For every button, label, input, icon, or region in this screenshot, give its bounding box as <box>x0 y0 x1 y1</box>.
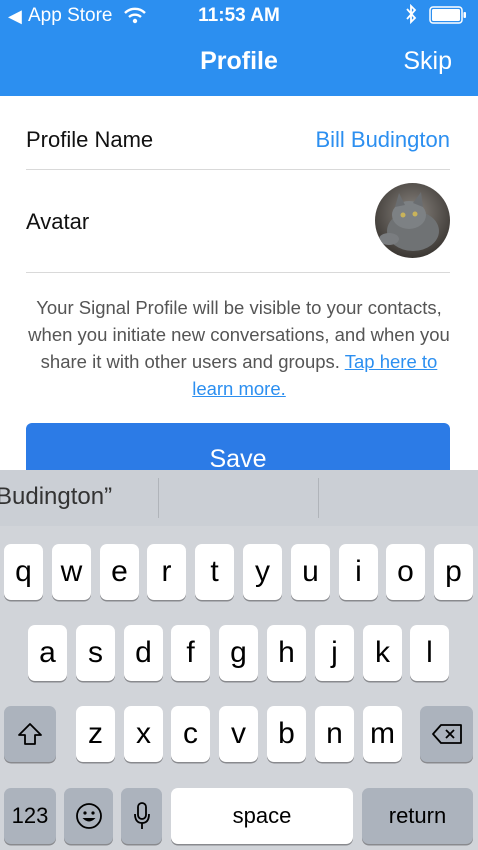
avatar-label: Avatar <box>26 209 90 234</box>
key-y[interactable]: y <box>243 544 282 600</box>
key-o[interactable]: o <box>386 544 425 600</box>
suggestion-item[interactable]: “Budington” <box>0 470 158 526</box>
avatar-image[interactable] <box>375 183 450 258</box>
key-w[interactable]: w <box>52 544 91 600</box>
key-z[interactable]: z <box>76 706 115 762</box>
profile-name-field[interactable]: Bill Budington <box>315 127 450 153</box>
key-c[interactable]: c <box>171 706 210 762</box>
key-b[interactable]: b <box>267 706 306 762</box>
divider <box>26 272 450 273</box>
key-e[interactable]: e <box>100 544 139 600</box>
shift-key[interactable] <box>4 706 56 762</box>
suggestion-divider <box>158 478 159 518</box>
key-i[interactable]: i <box>339 544 378 600</box>
bluetooth-icon <box>406 4 417 24</box>
suggestion-text: “Budington” <box>0 483 113 510</box>
key-g[interactable]: g <box>219 625 258 681</box>
keyboard: “Budington” q w e r t y u i o p a s d f … <box>0 470 478 850</box>
key-u[interactable]: u <box>291 544 330 600</box>
app-header: ◀ App Store 11:53 AM Profile Skip <box>0 0 478 96</box>
key-k[interactable]: k <box>363 625 402 681</box>
key-s[interactable]: s <box>76 625 115 681</box>
delete-key[interactable] <box>420 706 473 762</box>
key-m[interactable]: m <box>363 706 402 762</box>
return-key[interactable]: return <box>362 788 473 844</box>
dictation-key[interactable] <box>121 788 162 844</box>
skip-button[interactable]: Skip <box>403 47 452 76</box>
key-n[interactable]: n <box>315 706 354 762</box>
suggestion-divider <box>318 478 319 518</box>
space-key[interactable]: space <box>171 788 353 844</box>
key-p[interactable]: p <box>434 544 473 600</box>
shift-icon <box>18 723 42 745</box>
emoji-key[interactable] <box>64 788 113 844</box>
key-f[interactable]: f <box>171 625 210 681</box>
profile-name-label: Profile Name <box>26 127 154 152</box>
battery-icon <box>429 6 466 24</box>
key-x[interactable]: x <box>124 706 163 762</box>
status-bar: ◀ App Store 11:53 AM <box>0 0 478 30</box>
key-t[interactable]: t <box>195 544 234 600</box>
key-a[interactable]: a <box>28 625 67 681</box>
numbers-key[interactable]: 123 <box>4 788 56 844</box>
key-h[interactable]: h <box>267 625 306 681</box>
key-j[interactable]: j <box>315 625 354 681</box>
divider <box>26 169 450 170</box>
emoji-icon <box>75 803 102 829</box>
profile-info-text: Your Signal Profile will be visible to y… <box>20 294 458 402</box>
key-q[interactable]: q <box>4 544 43 600</box>
key-r[interactable]: r <box>147 544 186 600</box>
suggestion-bar: “Budington” <box>0 470 478 526</box>
key-d[interactable]: d <box>124 625 163 681</box>
key-v[interactable]: v <box>219 706 258 762</box>
key-l[interactable]: l <box>410 625 449 681</box>
microphone-icon <box>133 802 150 829</box>
delete-icon <box>431 724 462 744</box>
